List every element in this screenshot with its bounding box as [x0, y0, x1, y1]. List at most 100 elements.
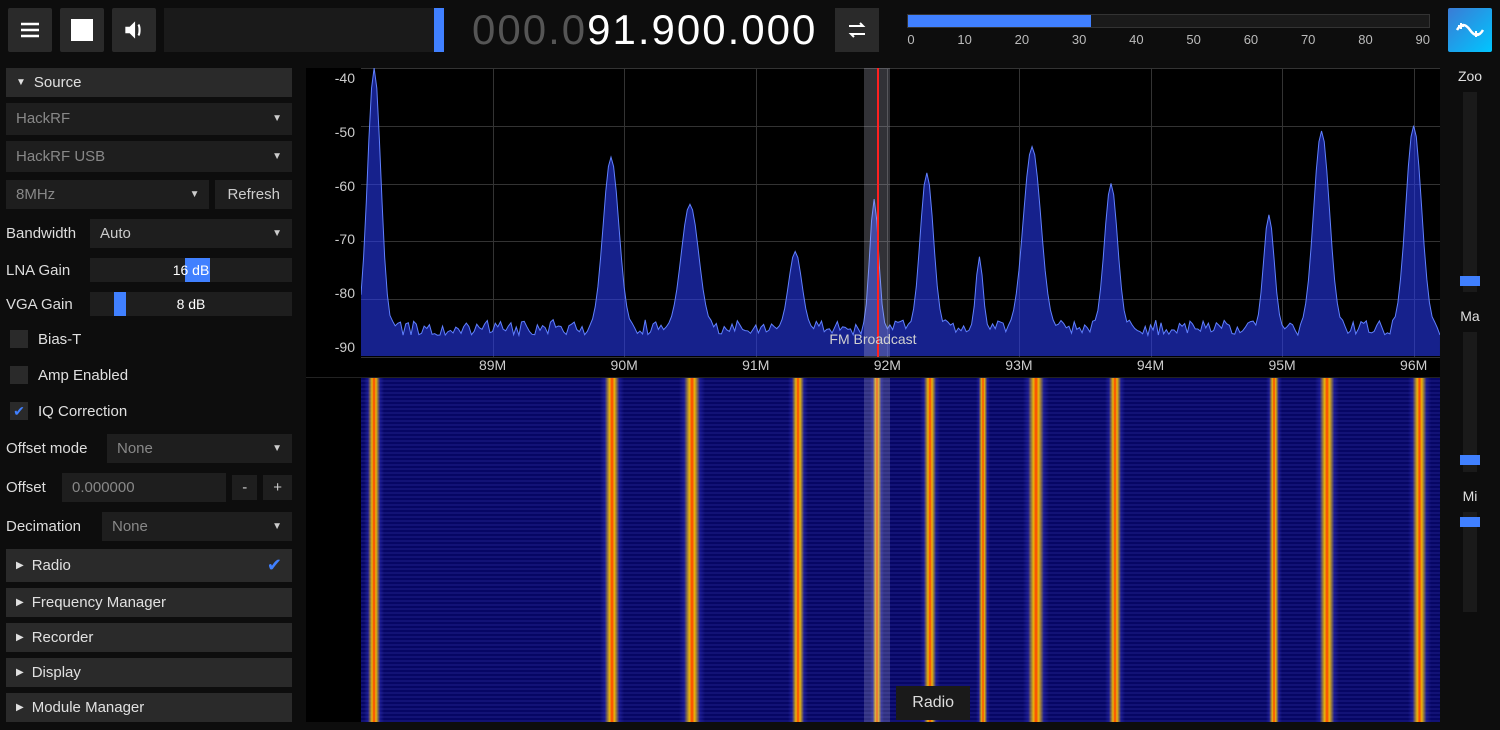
frequency-manager-section-header[interactable]: ▶ Frequency Manager — [6, 588, 292, 617]
checkbox-checked-icon: ✔ — [10, 402, 28, 420]
signal-meter-fill — [908, 15, 1090, 27]
min-slider[interactable] — [1463, 512, 1477, 612]
caret-right-icon: ▶ — [16, 667, 24, 678]
checkbox-icon — [10, 366, 28, 384]
bias-t-label: Bias-T — [38, 331, 81, 348]
radio-section-label: Radio — [32, 557, 71, 574]
decimation-label: Decimation — [6, 518, 96, 535]
offset-plus-button[interactable]: + — [263, 475, 292, 500]
zoom-slider[interactable] — [1463, 92, 1477, 292]
max-label: Ma — [1460, 308, 1479, 324]
slider-knob — [1460, 276, 1480, 286]
caret-down-icon: ▼ — [272, 443, 282, 454]
offset-minus-button[interactable]: - — [232, 475, 257, 500]
right-panel: Zoo Ma Mi — [1440, 60, 1500, 730]
bandwidth-label: Bandwidth — [6, 225, 84, 242]
port-select-value: HackRF USB — [16, 148, 105, 165]
mute-button[interactable] — [112, 8, 156, 52]
source-section-header[interactable]: ▼ Source — [6, 68, 292, 97]
logo-icon — [1455, 15, 1485, 45]
frequency-manager-label: Frequency Manager — [32, 594, 166, 611]
play-stop-button[interactable] — [60, 8, 104, 52]
bandwidth-select[interactable]: Auto ▼ — [90, 219, 292, 248]
band-annotation: FM Broadcast — [829, 331, 916, 347]
iq-correction-checkbox[interactable]: ✔ IQ Correction — [6, 396, 292, 426]
recorder-label: Recorder — [32, 629, 94, 646]
frequency-value: 91.900.000 — [587, 6, 817, 54]
caret-down-icon: ▼ — [16, 77, 26, 88]
vfo-center-line[interactable] — [877, 68, 879, 357]
samplerate-value: 8MHz — [16, 186, 55, 203]
display-label: Display — [32, 664, 81, 681]
frequency-leading: 000.0 — [472, 6, 587, 54]
device-select-value: HackRF — [16, 110, 70, 127]
caret-right-icon: ▶ — [16, 632, 24, 643]
left-sidebar: ▼ Source HackRF ▼ HackRF USB ▼ 8MHz ▼ Re… — [0, 60, 298, 730]
vga-gain-label: VGA Gain — [6, 296, 84, 313]
samplerate-select[interactable]: 8MHz ▼ — [6, 180, 209, 209]
zoom-label: Zoo — [1458, 68, 1482, 84]
snap-interval-button[interactable] — [835, 8, 879, 52]
caret-right-icon: ▶ — [16, 560, 24, 571]
lna-gain-slider[interactable]: 16 dB — [90, 258, 292, 282]
vga-gain-slider[interactable]: 8 dB — [90, 292, 292, 316]
volume-slider[interactable] — [164, 8, 444, 52]
port-select[interactable]: HackRF USB ▼ — [6, 141, 292, 173]
lna-gain-label: LNA Gain — [6, 262, 84, 279]
offset-mode-select[interactable]: None ▼ — [107, 434, 292, 463]
recorder-section-header[interactable]: ▶ Recorder — [6, 623, 292, 652]
caret-down-icon: ▼ — [190, 189, 200, 200]
decimation-select[interactable]: None ▼ — [102, 512, 292, 541]
signal-meter: 0102030405060708090 — [907, 14, 1430, 47]
check-icon[interactable]: ✔ — [267, 555, 282, 576]
menu-button[interactable] — [8, 8, 52, 52]
source-section-label: Source — [34, 74, 82, 91]
caret-down-icon: ▼ — [272, 521, 282, 532]
min-label: Mi — [1463, 488, 1478, 504]
signal-meter-ticks: 0102030405060708090 — [907, 32, 1430, 47]
device-select[interactable]: HackRF ▼ — [6, 103, 292, 135]
menu-icon — [18, 18, 42, 42]
waterfall-display[interactable]: Radio — [361, 378, 1440, 722]
fft-trace — [361, 68, 1440, 356]
fft-y-axis: -40-50-60-70-80-90 — [306, 68, 361, 357]
frequency-display[interactable]: 000.091.900.000 — [472, 6, 817, 54]
decimation-value: None — [112, 518, 148, 535]
slider-knob — [1460, 517, 1480, 527]
offset-mode-value: None — [117, 440, 153, 457]
volume-fill — [434, 8, 444, 52]
refresh-button[interactable]: Refresh — [215, 180, 292, 209]
vga-gain-value: 8 dB — [177, 296, 206, 312]
caret-right-icon: ▶ — [16, 597, 24, 608]
radio-section-header[interactable]: ▶ Radio ✔ — [6, 549, 292, 582]
amp-enabled-checkbox[interactable]: Amp Enabled — [6, 360, 292, 390]
max-slider[interactable] — [1463, 332, 1477, 472]
bias-t-checkbox[interactable]: Bias-T — [6, 324, 292, 354]
fft-x-axis: 89M90M91M92M93M94M95M96M — [361, 357, 1440, 377]
main-display: -40-50-60-70-80-90 FM Broadcast 89M90M91… — [306, 68, 1440, 722]
swap-icon — [845, 18, 869, 42]
caret-right-icon: ▶ — [16, 702, 24, 713]
offset-label: Offset — [6, 479, 56, 496]
offset-input[interactable]: 0.000000 — [62, 473, 226, 502]
top-toolbar: 000.091.900.000 0102030405060708090 — [0, 0, 1500, 60]
offset-mode-label: Offset mode — [6, 440, 101, 457]
fft-spectrum[interactable]: -40-50-60-70-80-90 FM Broadcast 89M90M91… — [306, 68, 1440, 378]
module-manager-label: Module Manager — [32, 699, 145, 716]
display-section-header[interactable]: ▶ Display — [6, 658, 292, 687]
slider-knob — [1460, 455, 1480, 465]
module-manager-section-header[interactable]: ▶ Module Manager — [6, 693, 292, 722]
iq-correction-label: IQ Correction — [38, 403, 127, 420]
bandwidth-value: Auto — [100, 225, 131, 242]
slider-knob — [114, 292, 126, 316]
caret-down-icon: ▼ — [272, 113, 282, 124]
caret-down-icon: ▼ — [272, 228, 282, 239]
checkbox-icon — [10, 330, 28, 348]
signal-meter-bar — [907, 14, 1430, 28]
amp-enabled-label: Amp Enabled — [38, 367, 128, 384]
caret-down-icon: ▼ — [272, 151, 282, 162]
speaker-icon — [121, 17, 147, 43]
stop-icon — [71, 19, 93, 41]
lna-gain-value: 16 dB — [173, 262, 210, 278]
credits-button[interactable] — [1448, 8, 1492, 52]
